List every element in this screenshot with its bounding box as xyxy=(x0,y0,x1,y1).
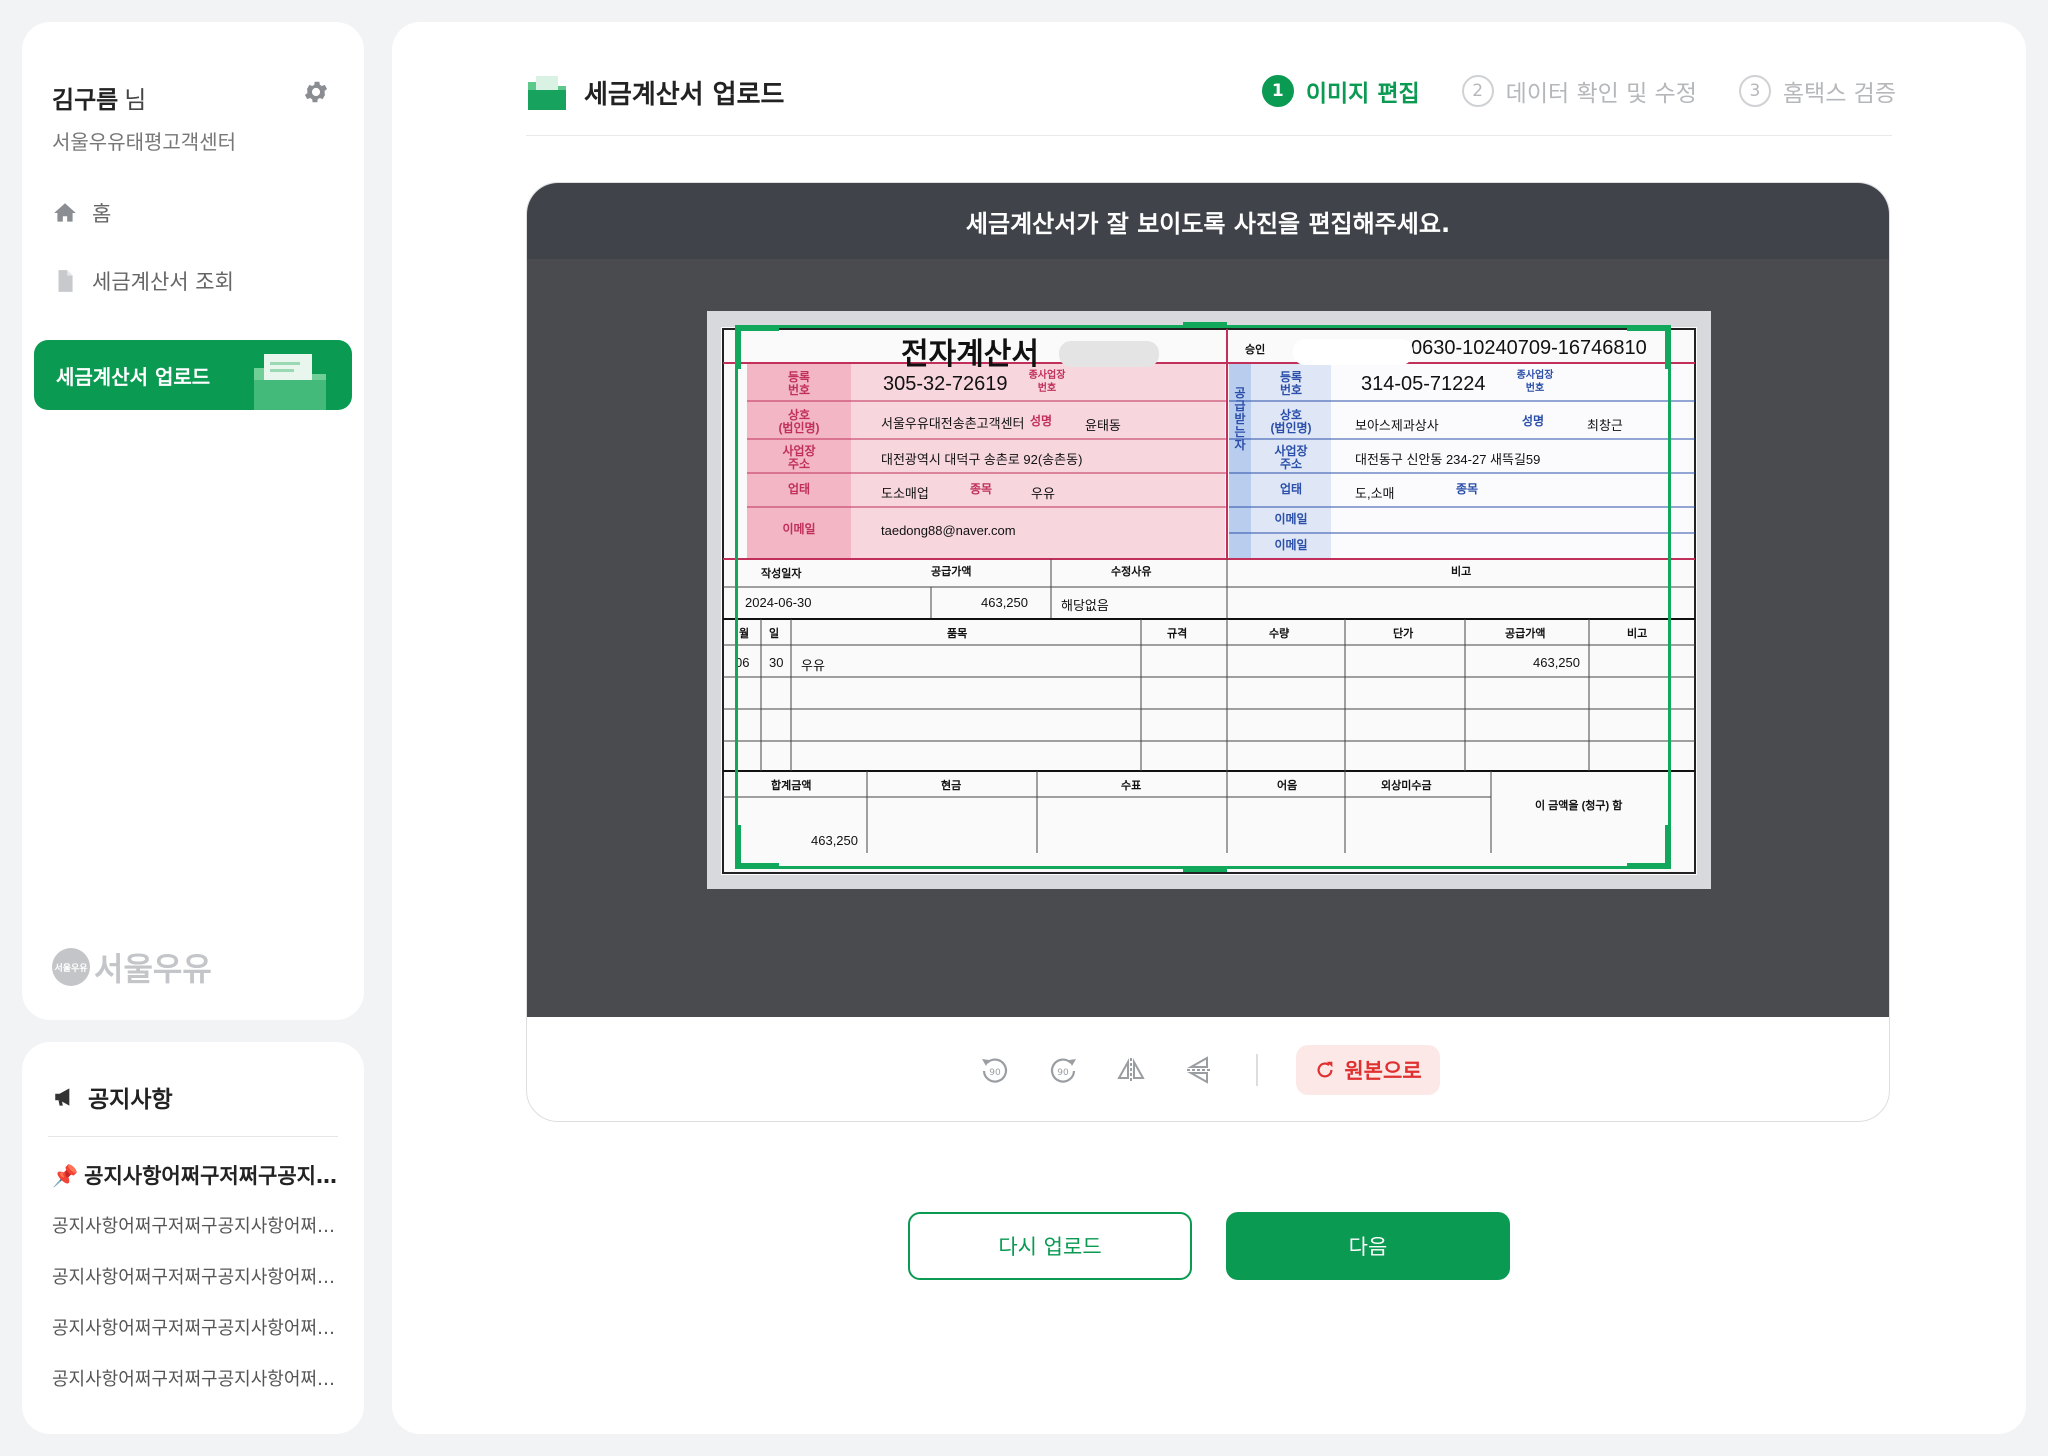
nav-upload-invoice-label: 세금계산서 업로드 xyxy=(56,364,211,389)
folder-icon xyxy=(254,354,326,410)
crop-handle-top-right[interactable] xyxy=(1627,325,1671,369)
editor-toolbar: 90 90 원본으로 xyxy=(527,1017,1889,1121)
settings-gear-icon[interactable] xyxy=(302,78,330,106)
rotate-left-icon: 90 xyxy=(982,1058,1008,1083)
page-title: 세금계산서 업로드 xyxy=(528,74,784,111)
notice-card: 공지사항 📌공지사항어쩌구저쩌구공지사항어쩌구저쩌구 공지사항어쩌구저쩌구공지사… xyxy=(22,1042,364,1434)
step-image-edit: 1 이미지 편집 xyxy=(1261,74,1420,108)
reset-to-original-button[interactable]: 원본으로 xyxy=(1296,1045,1440,1095)
document-icon xyxy=(58,270,73,292)
folder-icon xyxy=(528,75,566,110)
crop-handle-top-left[interactable] xyxy=(735,325,779,369)
notice-item[interactable]: 공지사항어쩌구저쩌구공지사항어쩌구저쩌구 xyxy=(52,1314,342,1340)
crop-handle-bottom-right[interactable] xyxy=(1627,825,1671,869)
step-number: 2 xyxy=(1461,75,1494,107)
toolbar-separator xyxy=(1256,1054,1259,1086)
step-number: 1 xyxy=(1261,75,1294,107)
rotate-left-90-button[interactable]: 90 xyxy=(976,1051,1014,1089)
seoul-milk-logo-text: 서울우유 xyxy=(94,950,212,988)
notice-item[interactable]: 공지사항어쩌구저쩌구공지사항어쩌구저쩌구 xyxy=(52,1212,342,1238)
notice-item[interactable]: 공지사항어쩌구저쩌구공지사항어쩌구저쩌구 xyxy=(52,1365,342,1391)
nav-view-invoices[interactable]: 세금계산서 조회 xyxy=(52,266,234,296)
seoul-milk-logo: 서울우유 서울우유 xyxy=(52,944,212,990)
notice-pinned-item[interactable]: 📌공지사항어쩌구저쩌구공지사항어쩌구저쩌구 xyxy=(52,1160,342,1190)
step-label: 홈택스 검증 xyxy=(1782,81,1896,107)
crop-handle-bottom[interactable] xyxy=(1183,866,1227,872)
notice-divider xyxy=(48,1136,338,1137)
next-button[interactable]: 다음 xyxy=(1226,1212,1510,1280)
flip-vertical-icon xyxy=(1187,1056,1212,1084)
megaphone-icon xyxy=(55,1088,70,1106)
user-name: 김구름 님 xyxy=(52,80,146,115)
reupload-button[interactable]: 다시 업로드 xyxy=(908,1212,1192,1280)
editor-canvas[interactable]: 전자계산서 승인 0630-10240709-16746810 등록 번호 30… xyxy=(527,259,1889,1017)
seoul-milk-logo-badge: 서울우유 xyxy=(52,948,90,986)
notice-title: 공지사항 xyxy=(52,1080,173,1114)
flip-horizontal-button[interactable] xyxy=(1112,1051,1150,1089)
rotate-left-label: 90 xyxy=(990,1068,1002,1078)
home-icon xyxy=(54,203,76,222)
reset-to-original-label: 원본으로 xyxy=(1344,1059,1422,1083)
step-label: 데이터 확인 및 수정 xyxy=(1505,81,1697,107)
nav-home[interactable]: 홈 xyxy=(52,198,111,228)
editor-instruction: 세금계산서가 잘 보이도록 사진을 편집해주세요. xyxy=(527,183,1889,259)
notice-pinned-text: 공지사항어쩌구저쩌구공지사항어쩌구저쩌구 xyxy=(84,1164,342,1188)
flip-horizontal-icon xyxy=(1117,1058,1146,1082)
nav-view-invoices-label: 세금계산서 조회 xyxy=(92,270,234,294)
step-number: 3 xyxy=(1738,75,1771,107)
crop-handle-bottom-left[interactable] xyxy=(735,825,779,869)
rotate-right-90-button[interactable]: 90 xyxy=(1044,1051,1082,1089)
rotate-right-icon: 90 xyxy=(1051,1058,1077,1083)
notice-title-text: 공지사항 xyxy=(88,1087,173,1113)
step-indicator: 1 이미지 편집 2 데이터 확인 및 수정 3 홈택스 검증 xyxy=(1261,74,1896,108)
user-name-text: 김구름 xyxy=(52,86,119,114)
reset-icon xyxy=(1317,1061,1333,1078)
crop-handle-top[interactable] xyxy=(1183,322,1227,328)
header-divider xyxy=(526,135,1892,136)
nav-upload-invoice[interactable]: 세금계산서 업로드 xyxy=(34,340,352,410)
company-name: 서울우유태평고객센터 xyxy=(52,130,236,154)
notice-item[interactable]: 공지사항어쩌구저쩌구공지사항어쩌구저쩌구 xyxy=(52,1263,342,1289)
step-data-review: 2 데이터 확인 및 수정 xyxy=(1461,74,1697,108)
page-title-text: 세금계산서 업로드 xyxy=(584,80,785,110)
user-name-suffix: 님 xyxy=(124,86,147,114)
image-editor: 세금계산서가 잘 보이도록 사진을 편집해주세요. 전자계산서 승인 0630-… xyxy=(526,182,1890,1122)
rotate-right-label: 90 xyxy=(1058,1068,1070,1078)
crop-frame[interactable] xyxy=(735,325,1671,869)
pin-icon: 📌 xyxy=(52,1164,79,1188)
nav-home-label: 홈 xyxy=(92,202,112,226)
step-label: 이미지 편집 xyxy=(1305,81,1420,107)
step-hometax-verify: 3 홈택스 검증 xyxy=(1738,74,1896,108)
flip-vertical-button[interactable] xyxy=(1180,1051,1218,1089)
sidebar-card: 김구름 님 서울우유태평고객센터 홈 세금계산서 조회 세금계산서 업로드 서울우… xyxy=(22,22,364,1020)
main-panel: 세금계산서 업로드 1 이미지 편집 2 데이터 확인 및 수정 3 홈택스 검… xyxy=(392,22,2026,1434)
